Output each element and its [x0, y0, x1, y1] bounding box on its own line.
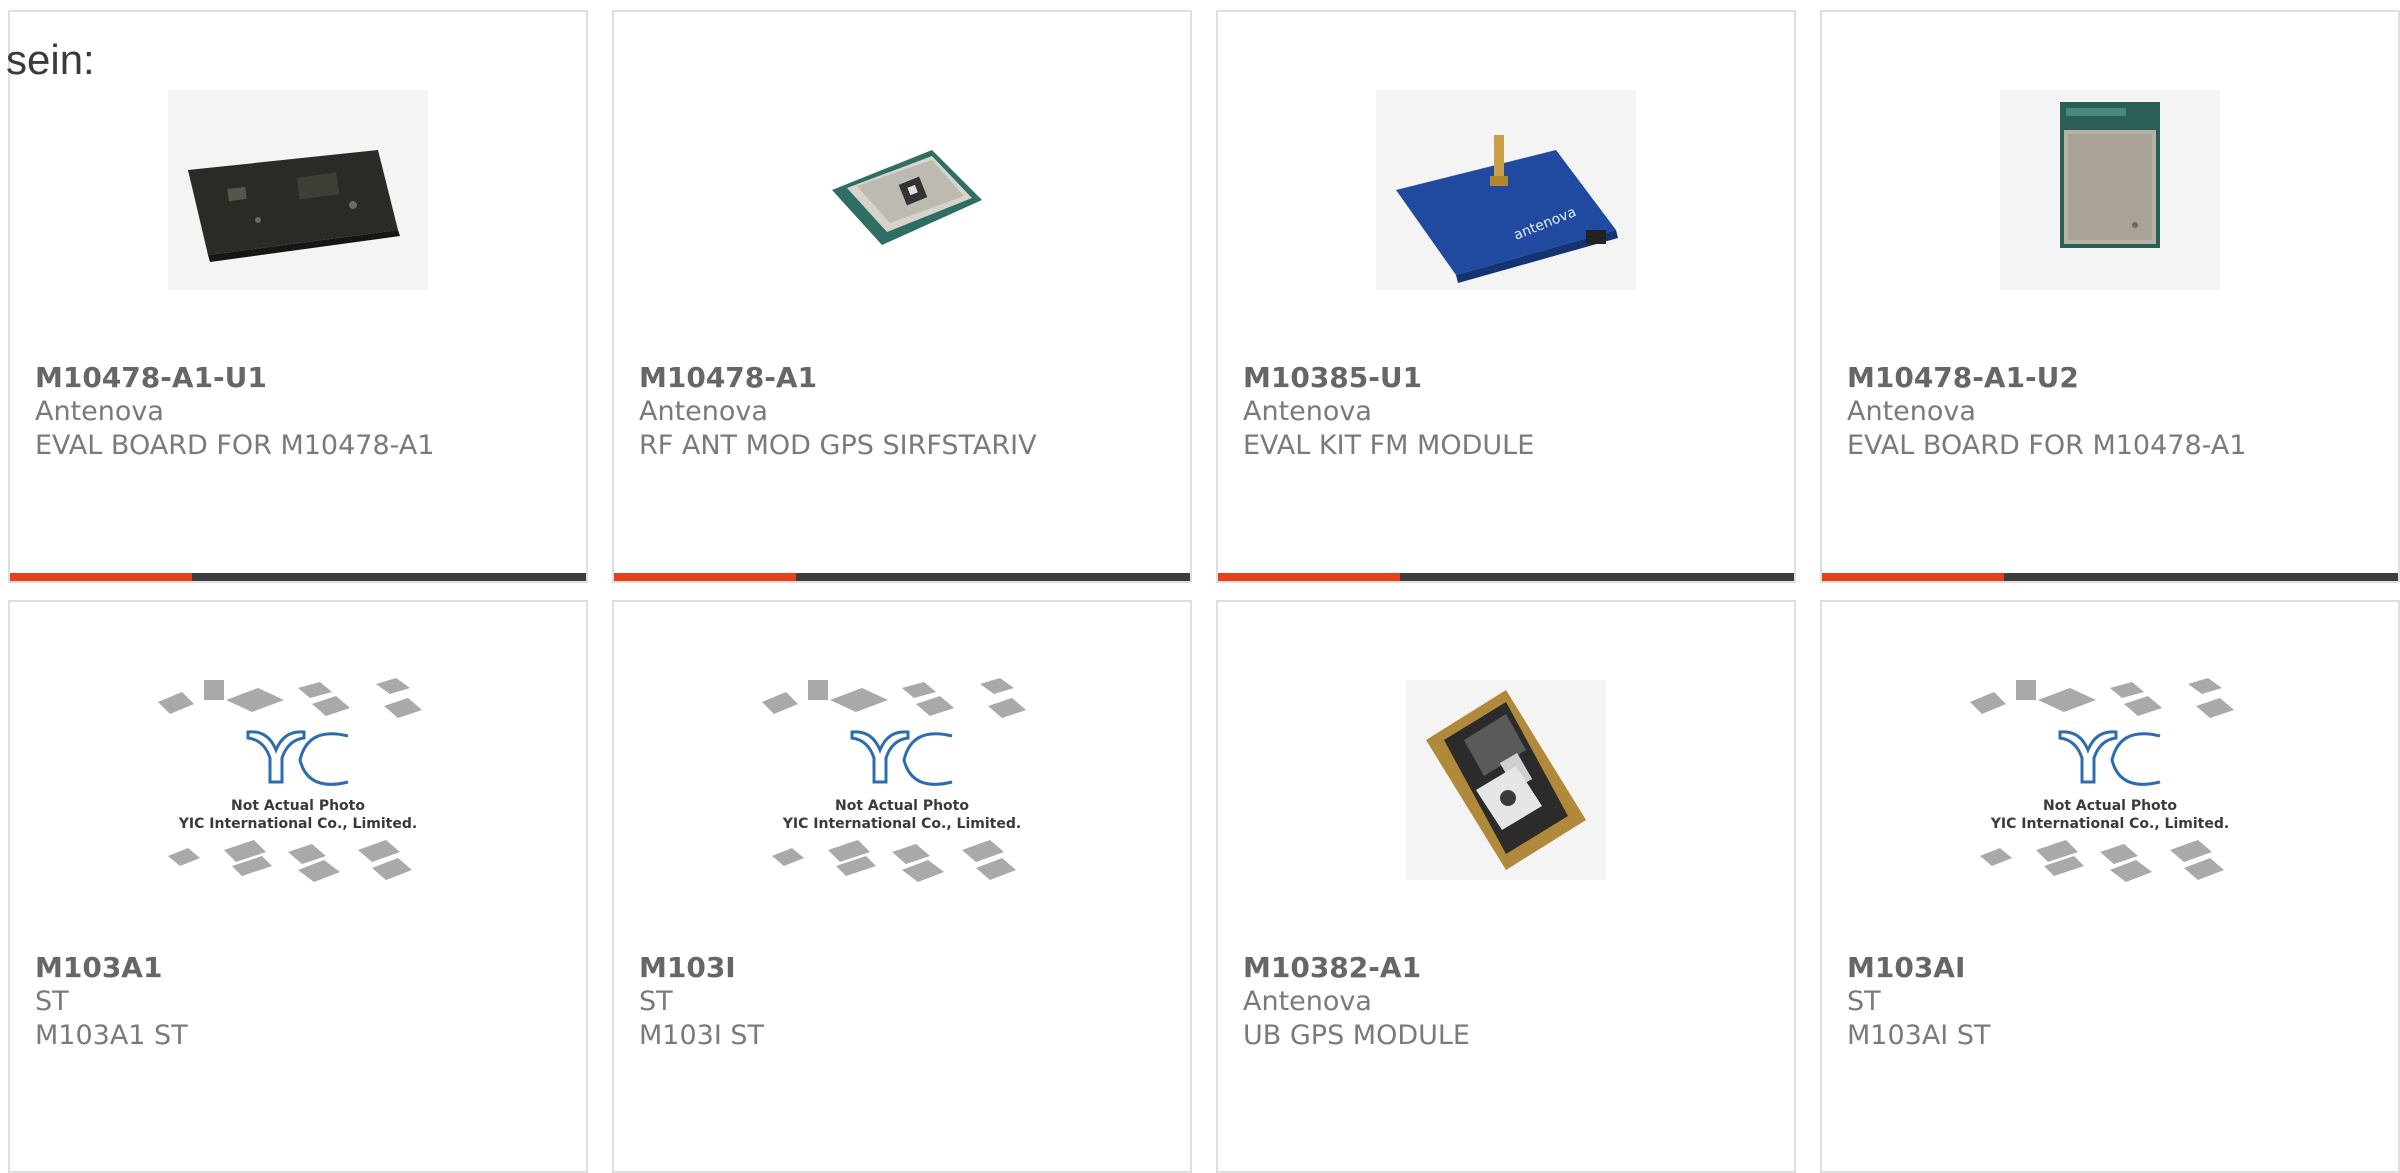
description: EVAL BOARD FOR M10478-A1	[1847, 430, 2247, 461]
description: M103I ST	[639, 1020, 765, 1051]
product-image[interactable]	[1960, 80, 2260, 300]
placeholder-photo-icon: Not Actual Photo YIC International Co., …	[158, 678, 422, 882]
manufacturer: ST	[1847, 986, 1881, 1017]
product-card[interactable]: Not Actual Photo YIC International Co., …	[612, 600, 1192, 1173]
placeholder-line1: Not Actual Photo	[231, 798, 365, 814]
product-image[interactable]	[148, 80, 448, 300]
intro-text: sein:	[6, 36, 95, 83]
part-number[interactable]: M10478-A1	[639, 361, 1037, 395]
placeholder-line2: YIC International Co., Limited.	[178, 816, 417, 832]
product-card[interactable]: Not Actual Photo YIC International Co., …	[8, 600, 588, 1173]
blue-eval-kit-icon: antenova	[1376, 90, 1636, 290]
part-number[interactable]: M10382-A1	[1243, 951, 1470, 985]
product-image[interactable]: Not Actual Photo YIC International Co., …	[148, 670, 448, 890]
manufacturer: Antenova	[35, 396, 164, 427]
product-image[interactable]	[752, 80, 1052, 300]
description: M103A1 ST	[35, 1020, 188, 1051]
product-card[interactable]: Not Actual Photo YIC International Co., …	[1820, 600, 2400, 1173]
placeholder-photo-icon: Not Actual Photo YIC International Co., …	[1970, 678, 2234, 882]
placeholder-line2: YIC International Co., Limited.	[782, 816, 1021, 832]
ub-gps-module-icon	[1406, 680, 1606, 880]
part-number[interactable]: M103I	[639, 951, 764, 985]
manufacturer: ST	[35, 986, 69, 1017]
placeholder-photo-icon: Not Actual Photo YIC International Co., …	[762, 678, 1026, 882]
product-image[interactable]	[1356, 670, 1656, 890]
placeholder-line1: Not Actual Photo	[835, 798, 969, 814]
product-card[interactable]: antenova M10385-U1 Antenova EVAL KIT FM …	[1216, 10, 1796, 583]
part-number[interactable]: M10478-A1-U2	[1847, 361, 2246, 395]
description: RF ANT MOD GPS SIRFSTARIV	[639, 430, 1037, 461]
manufacturer: ST	[639, 986, 673, 1017]
accent-bar	[10, 573, 586, 581]
product-card[interactable]: M10478-A1 Antenova RF ANT MOD GPS SIRFST…	[612, 10, 1192, 583]
manufacturer: Antenova	[639, 396, 768, 427]
part-number[interactable]: M103A1	[35, 951, 188, 985]
placeholder-line1: Not Actual Photo	[2043, 798, 2177, 814]
product-card[interactable]: M10478-A1-U1 Antenova EVAL BOARD FOR M10…	[8, 10, 588, 583]
description: M103AI ST	[1847, 1020, 1991, 1051]
accent-bar	[1822, 573, 2398, 581]
part-number[interactable]: M10385-U1	[1243, 361, 1534, 395]
eval-board-icon	[168, 90, 428, 290]
accent-bar	[614, 573, 1190, 581]
product-image[interactable]: Not Actual Photo YIC International Co., …	[752, 670, 1052, 890]
part-number[interactable]: M10478-A1-U1	[35, 361, 434, 395]
shielded-module-icon	[2000, 90, 2220, 290]
product-image[interactable]: Not Actual Photo YIC International Co., …	[1960, 670, 2260, 890]
product-card[interactable]: M10478-A1-U2 Antenova EVAL BOARD FOR M10…	[1820, 10, 2400, 583]
product-image[interactable]: antenova	[1356, 80, 1656, 300]
manufacturer: Antenova	[1243, 396, 1372, 427]
manufacturer: Antenova	[1243, 986, 1372, 1017]
description: UB GPS MODULE	[1243, 1020, 1470, 1051]
manufacturer: Antenova	[1847, 396, 1976, 427]
accent-bar	[1218, 573, 1794, 581]
placeholder-line2: YIC International Co., Limited.	[1990, 816, 2229, 832]
gps-module-icon	[832, 150, 982, 245]
description: EVAL BOARD FOR M10478-A1	[35, 430, 435, 461]
product-card[interactable]: M10382-A1 Antenova UB GPS MODULE	[1216, 600, 1796, 1173]
description: EVAL KIT FM MODULE	[1243, 430, 1535, 461]
part-number[interactable]: M103AI	[1847, 951, 1990, 985]
